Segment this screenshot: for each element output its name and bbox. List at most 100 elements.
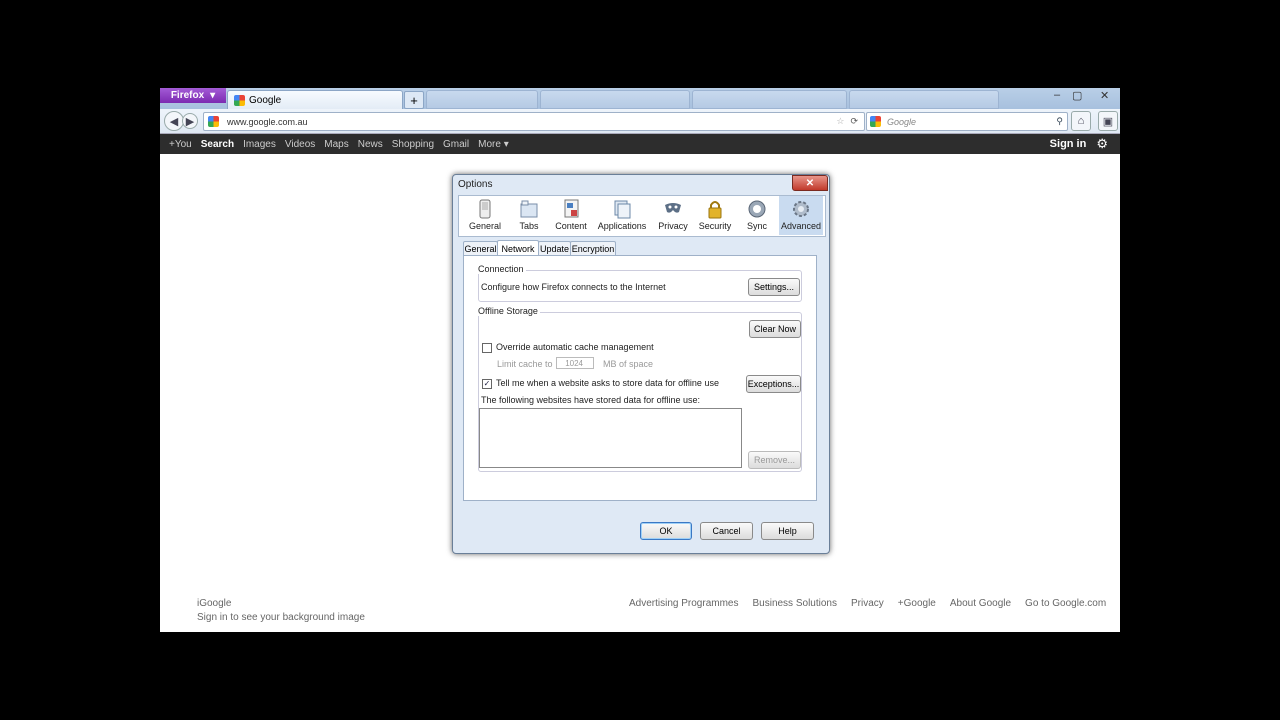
limit-cache-label: Limit cache to — [497, 359, 553, 369]
gbar-item[interactable]: Images — [243, 139, 276, 150]
close-icon: ✕ — [805, 177, 815, 189]
plus-icon: + — [410, 92, 418, 108]
url-text: www.google.com.au — [227, 116, 308, 127]
pane-advanced[interactable]: Advanced — [779, 196, 823, 235]
pane-applications[interactable]: Applications — [595, 196, 649, 235]
exceptions-button[interactable]: Exceptions... — [746, 375, 801, 393]
background-tab[interactable] — [540, 90, 690, 109]
footer-link[interactable]: Privacy — [851, 598, 884, 609]
footer-link[interactable]: Go to Google.com — [1025, 598, 1106, 609]
background-tab[interactable] — [849, 90, 999, 109]
home-button[interactable]: ⌂ — [1071, 111, 1091, 131]
sign-in-link[interactable]: Sign in — [1050, 138, 1087, 150]
forward-button[interactable]: ▶ — [182, 113, 198, 129]
search-placeholder: Google — [887, 116, 917, 127]
tab-strip: Firefox ▾ Google + – ▢ ✕ — [160, 88, 1120, 109]
footer-link[interactable]: +Google — [898, 598, 936, 609]
minimize-icon[interactable]: – — [1054, 89, 1060, 101]
sync-icon — [748, 200, 766, 218]
pane-sync[interactable]: Sync — [735, 196, 779, 235]
offline-websites-list[interactable] — [479, 408, 742, 468]
pane-privacy[interactable]: Privacy — [651, 196, 695, 235]
pane-security[interactable]: Security — [693, 196, 737, 235]
content-icon — [564, 199, 579, 218]
gbar-item[interactable]: +You — [169, 139, 192, 150]
offline-list-label: The following websites have stored data … — [481, 395, 700, 405]
footer-link[interactable]: About Google — [950, 598, 1011, 609]
tell-me-checkbox[interactable]: ✓ — [482, 379, 492, 389]
chevron-down-icon: ▾ — [210, 90, 216, 101]
gbar-item[interactable]: Maps — [324, 139, 348, 150]
subtab-network[interactable]: Network — [497, 240, 539, 256]
remove-button: Remove... — [748, 451, 801, 469]
downloads-icon: ▣ — [1102, 115, 1114, 128]
bookmark-star-icon[interactable]: ☆ — [836, 116, 844, 127]
tabs-icon — [520, 200, 538, 218]
gbar-item[interactable]: Gmail — [443, 139, 469, 150]
search-icon[interactable]: ⚲ — [1056, 116, 1063, 127]
ok-button[interactable]: OK — [640, 522, 692, 540]
search-engine-icon — [870, 116, 881, 127]
network-tab-page: Connection Configure how Firefox connect… — [463, 255, 817, 501]
igoogle-link[interactable]: iGoogle — [197, 598, 365, 609]
pane-label: General — [468, 221, 502, 231]
connection-description: Configure how Firefox connects to the In… — [481, 282, 666, 292]
clear-now-button[interactable]: Clear Now — [749, 320, 801, 338]
downloads-button[interactable]: ▣ — [1098, 111, 1118, 131]
footer-left: iGoogle Sign in to see your background i… — [197, 598, 365, 623]
tab-title: Google — [249, 94, 282, 106]
background-tab[interactable] — [426, 90, 538, 109]
footer-link[interactable]: Advertising Programmes — [629, 598, 738, 609]
connection-title: Connection — [476, 264, 526, 274]
pane-label: Privacy — [658, 221, 688, 231]
gear-icon[interactable]: ⚙ — [1096, 136, 1108, 152]
privacy-mask-icon — [665, 203, 681, 213]
pane-content[interactable]: Content — [548, 196, 594, 235]
background-image-hint[interactable]: Sign in to see your background image — [197, 612, 365, 623]
connection-settings-button[interactable]: Settings... — [748, 278, 800, 296]
forward-arrow-icon: ▶ — [185, 115, 195, 128]
advanced-gear-icon — [793, 201, 809, 217]
firefox-menu-button[interactable]: Firefox ▾ — [160, 88, 226, 103]
subtab-encryption[interactable]: Encryption — [570, 241, 616, 256]
cancel-button[interactable]: Cancel — [700, 522, 753, 540]
footer-link[interactable]: Business Solutions — [752, 598, 837, 609]
pane-label: Security — [698, 221, 732, 231]
back-button[interactable]: ◀ — [164, 111, 184, 131]
dialog-close-button[interactable]: ✕ — [792, 175, 828, 191]
override-cache-checkbox[interactable] — [482, 343, 492, 353]
pane-general[interactable]: General — [463, 196, 507, 235]
gbar-item[interactable]: News — [358, 139, 383, 150]
gbar-item[interactable]: Shopping — [392, 139, 434, 150]
general-switch-icon — [479, 199, 491, 219]
pane-tabs[interactable]: Tabs — [507, 196, 551, 235]
offline-storage-title: Offline Storage — [476, 306, 540, 316]
cache-size-spinner[interactable]: 1024 — [556, 357, 594, 369]
back-arrow-icon: ◀ — [169, 115, 179, 128]
gbar-item[interactable]: Videos — [285, 139, 315, 150]
pane-label: Applications — [597, 221, 647, 231]
close-window-icon[interactable]: ✕ — [1100, 89, 1109, 102]
subtab-general[interactable]: General — [463, 241, 498, 256]
override-cache-label: Override automatic cache management — [496, 342, 654, 352]
gbar-item-search[interactable]: Search — [201, 139, 234, 150]
url-bar[interactable]: www.google.com.au ☆ ⟳ — [203, 112, 865, 131]
reload-icon[interactable]: ⟳ — [850, 116, 858, 127]
home-icon: ⌂ — [1077, 115, 1085, 127]
tab-google[interactable]: Google — [227, 90, 403, 109]
cache-size-value: 1024 — [565, 358, 583, 368]
background-tab[interactable] — [692, 90, 847, 109]
subtab-update[interactable]: Update — [538, 241, 571, 256]
options-dialog: Options ✕ General Tabs Content Applicati… — [452, 174, 830, 554]
maximize-icon[interactable]: ▢ — [1072, 89, 1082, 102]
new-tab-button[interactable]: + — [404, 91, 424, 109]
google-favicon-icon — [234, 94, 245, 106]
gbar-item-more[interactable]: More ▾ — [478, 139, 509, 150]
pane-label: Content — [555, 221, 587, 231]
search-bar[interactable]: Google ⚲ — [866, 112, 1068, 131]
applications-icon — [614, 200, 631, 219]
pane-label: Tabs — [519, 221, 539, 231]
site-identity-icon — [208, 116, 219, 127]
security-lock-icon — [708, 201, 722, 219]
help-button[interactable]: Help — [761, 522, 814, 540]
